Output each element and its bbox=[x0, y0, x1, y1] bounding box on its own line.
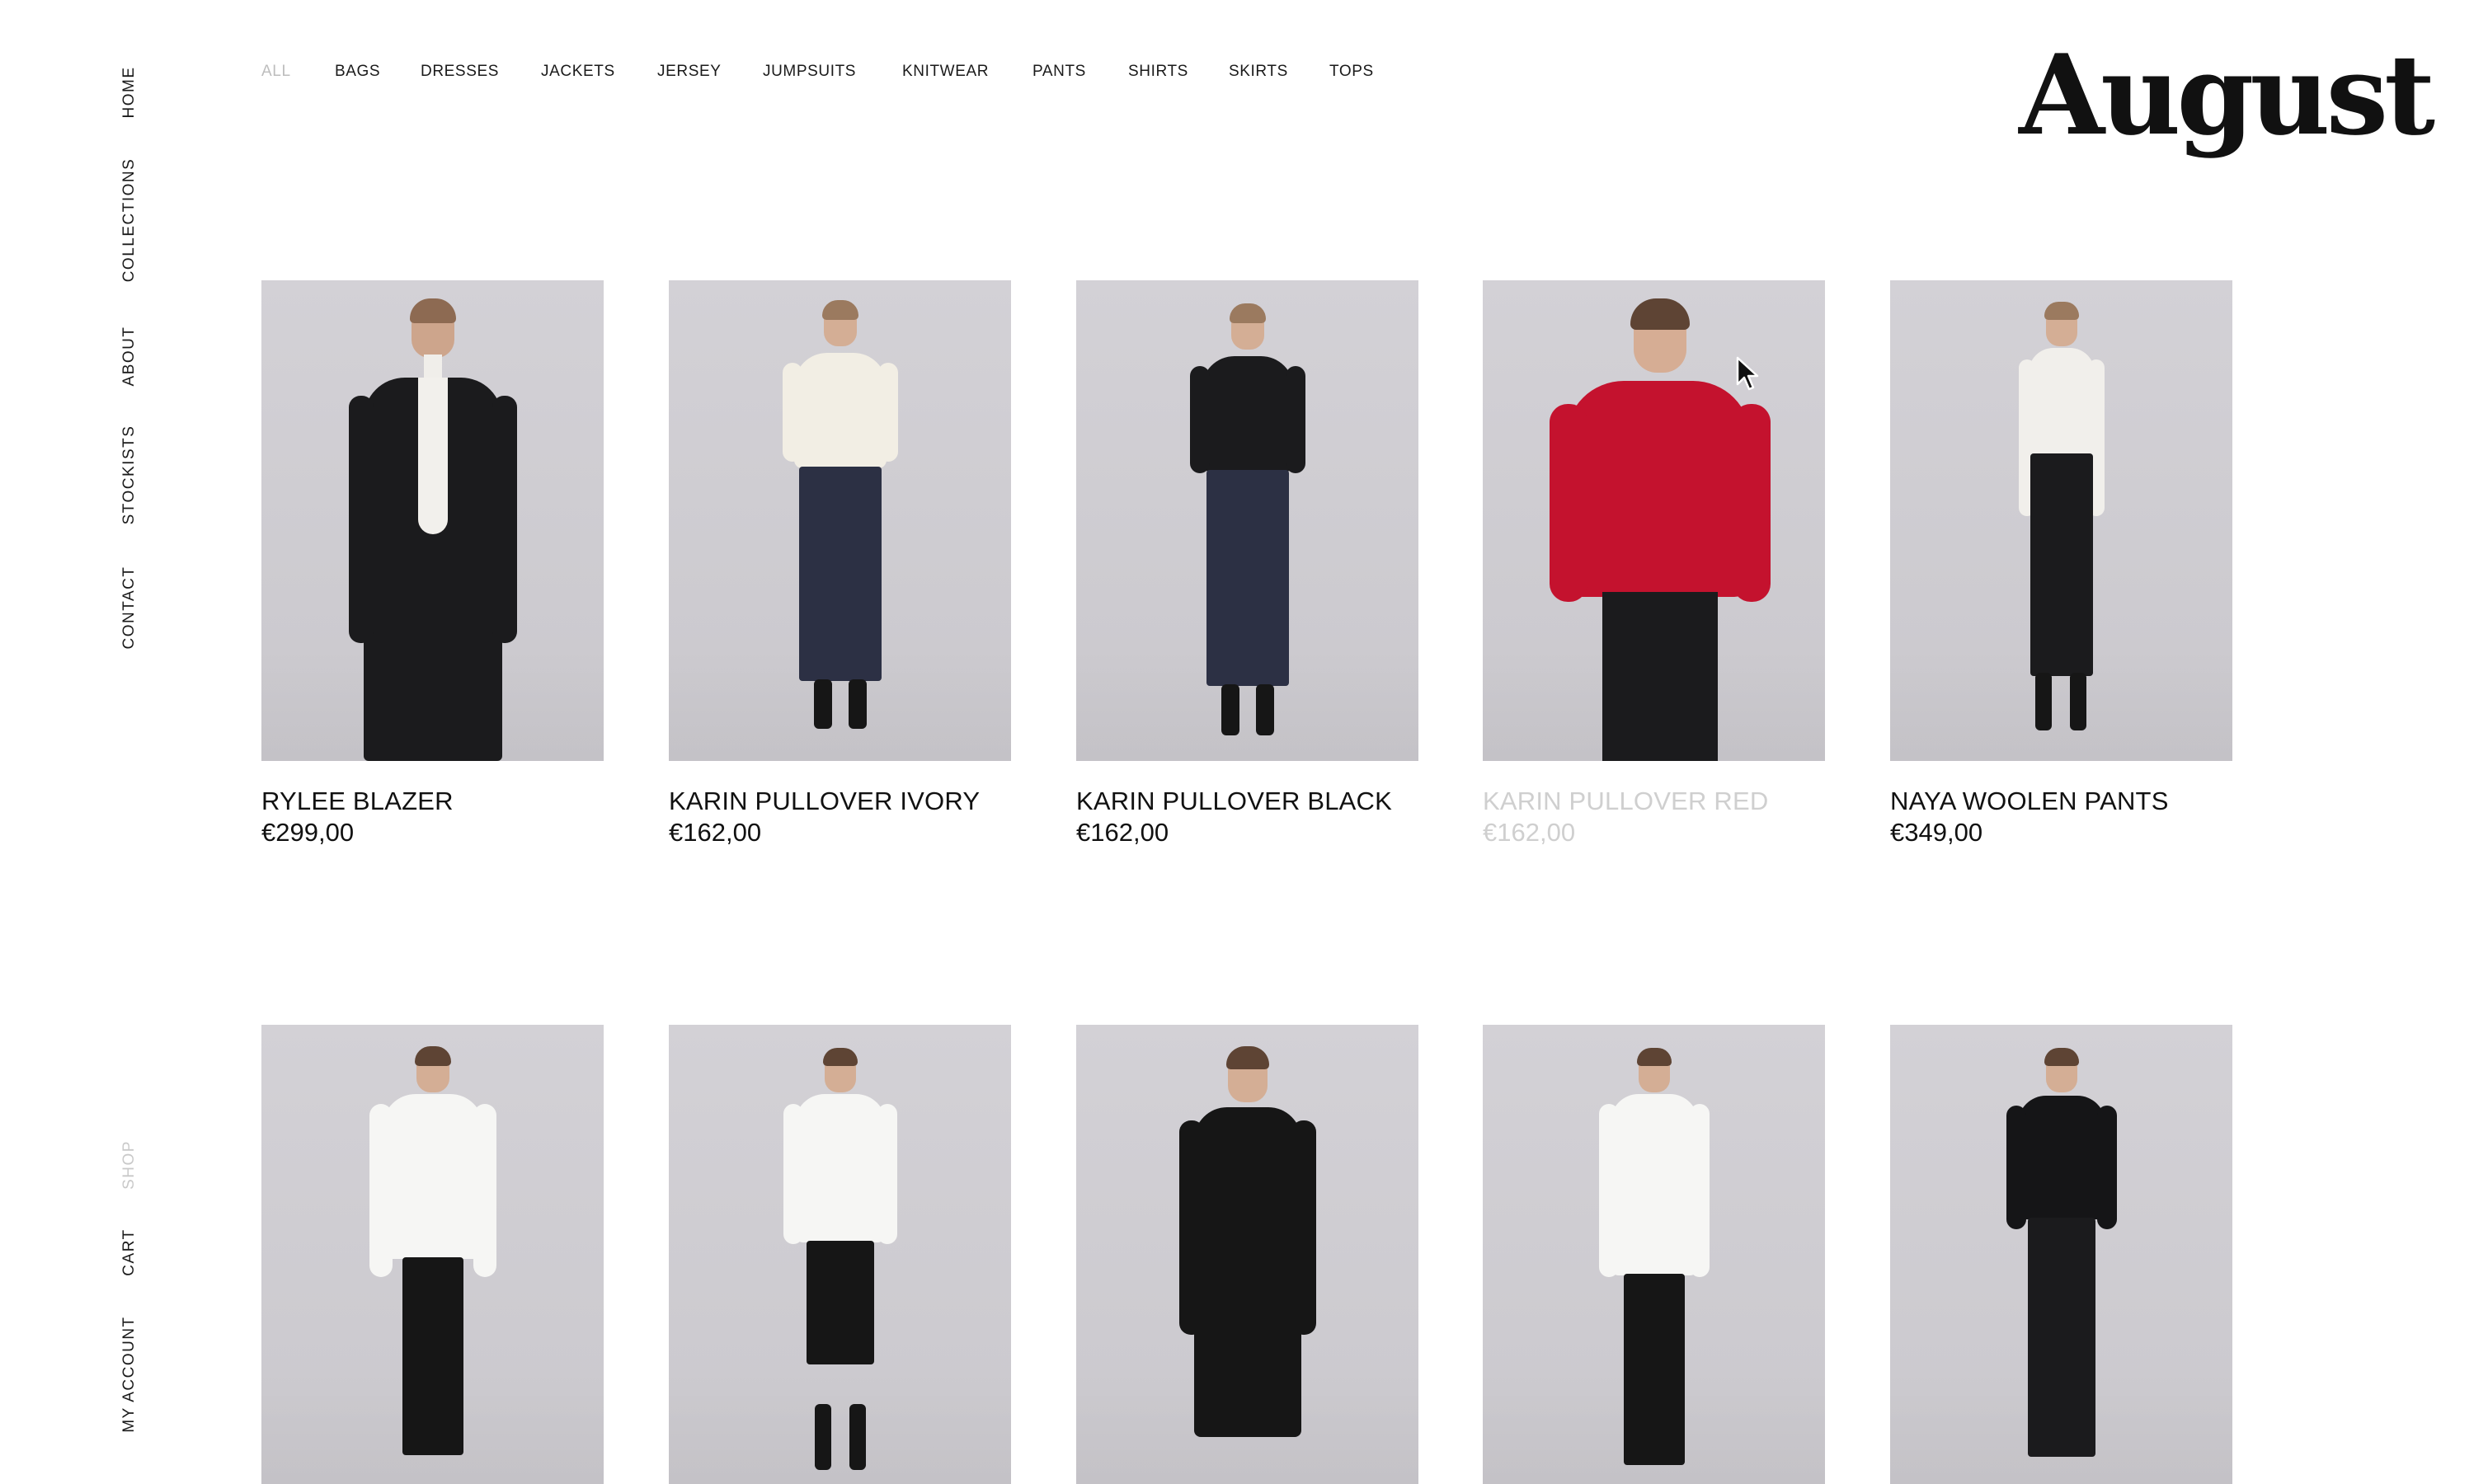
product-image bbox=[261, 280, 604, 761]
shop-page: HOME COLLECTIONS ABOUT STOCKISTS CONTACT… bbox=[0, 0, 2474, 1484]
product-card[interactable] bbox=[261, 1025, 604, 1484]
nav-contact-link[interactable]: CONTACT bbox=[120, 566, 139, 650]
nav-my-account-link[interactable]: MY ACCOUNT bbox=[120, 1316, 139, 1432]
product-image bbox=[1076, 280, 1418, 761]
product-image bbox=[669, 280, 1011, 761]
product-image bbox=[1483, 1025, 1825, 1484]
product-card-rylee-blazer[interactable]: RYLEE BLAZER €299,00 bbox=[261, 280, 604, 848]
nav-stockists-link[interactable]: STOCKISTS bbox=[120, 425, 139, 525]
product-price: €162,00 bbox=[1483, 818, 1576, 847]
product-price: €349,00 bbox=[1890, 818, 1983, 847]
product-card[interactable] bbox=[1890, 1025, 2232, 1484]
filter-tops[interactable]: TOPS bbox=[1329, 63, 1374, 81]
mouse-cursor-icon bbox=[1736, 356, 1759, 391]
product-name[interactable]: RYLEE BLAZER bbox=[261, 786, 604, 817]
product-card[interactable] bbox=[1483, 1025, 1825, 1484]
filter-dresses[interactable]: DRESSES bbox=[421, 63, 499, 81]
product-image bbox=[1890, 280, 2232, 761]
product-image bbox=[1890, 1025, 2232, 1484]
filter-skirts[interactable]: SKIRTS bbox=[1229, 63, 1288, 81]
product-image bbox=[669, 1025, 1011, 1484]
filter-jersey[interactable]: JERSEY bbox=[657, 63, 722, 81]
product-card-naya-woolen-pants[interactable]: NAYA WOOLEN PANTS €349,00 bbox=[1890, 280, 2232, 848]
product-name[interactable]: KARIN PULLOVER RED bbox=[1483, 786, 1825, 817]
product-card-karin-pullover-ivory[interactable]: KARIN PULLOVER IVORY €162,00 bbox=[669, 280, 1011, 848]
product-card-karin-pullover-red[interactable]: KARIN PULLOVER RED €162,00 bbox=[1483, 280, 1825, 848]
nav-about-link[interactable]: ABOUT bbox=[120, 326, 139, 387]
product-card-karin-pullover-black[interactable]: KARIN PULLOVER BLACK €162,00 bbox=[1076, 280, 1418, 848]
product-name[interactable]: NAYA WOOLEN PANTS bbox=[1890, 786, 2232, 817]
product-name[interactable]: KARIN PULLOVER BLACK bbox=[1076, 786, 1418, 817]
nav-cart-link[interactable]: CART bbox=[120, 1228, 139, 1275]
filter-all[interactable]: ALL bbox=[261, 63, 291, 81]
nav-shop-link[interactable]: SHOP bbox=[120, 1140, 139, 1190]
filter-bags[interactable]: BAGS bbox=[335, 63, 380, 81]
product-price: €162,00 bbox=[669, 818, 762, 847]
product-image bbox=[1076, 1025, 1418, 1484]
product-image bbox=[1483, 280, 1825, 761]
product-card[interactable] bbox=[1076, 1025, 1418, 1484]
filter-jumpsuits[interactable]: JUMPSUITS bbox=[763, 63, 856, 81]
filter-knitwear[interactable]: KNITWEAR bbox=[902, 63, 989, 81]
product-image bbox=[261, 1025, 604, 1484]
product-card[interactable] bbox=[669, 1025, 1011, 1484]
nav-home-link[interactable]: HOME bbox=[120, 67, 139, 119]
brand-logo[interactable]: August bbox=[2019, 40, 2435, 150]
product-name[interactable]: KARIN PULLOVER IVORY bbox=[669, 786, 1011, 817]
product-price: €299,00 bbox=[261, 818, 355, 847]
filter-jackets[interactable]: JACKETS bbox=[541, 63, 615, 81]
nav-collections-link[interactable]: COLLECTIONS bbox=[120, 158, 139, 283]
product-price: €162,00 bbox=[1076, 818, 1169, 847]
filter-pants[interactable]: PANTS bbox=[1032, 63, 1086, 81]
filter-shirts[interactable]: SHIRTS bbox=[1128, 63, 1188, 81]
